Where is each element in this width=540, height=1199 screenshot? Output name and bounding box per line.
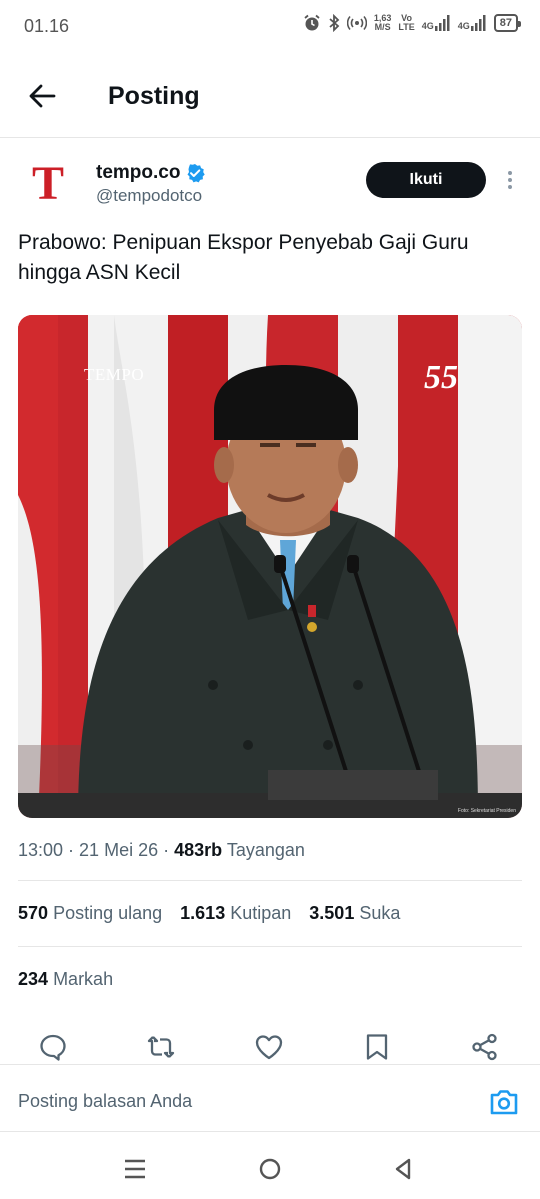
reply-input[interactable]: Posting balasan Anda [18,1091,192,1112]
likes-count: 3.501 [309,903,355,923]
quotes-stat[interactable]: 1.613 Kutipan [180,903,291,924]
battery-indicator: 87 [493,14,522,32]
image-credit: Foto: Sekretariat Presiden [457,808,516,814]
recents-icon[interactable] [122,1156,148,1182]
avatar[interactable]: T [22,158,74,210]
hotspot-icon [346,15,367,31]
divider [18,946,522,947]
likes-stat[interactable]: 3.501 Suka [309,903,400,924]
share-icon[interactable] [470,1032,500,1062]
divider [18,880,522,881]
views-count: 483rb [174,840,223,860]
likes-label: Suka [359,903,401,923]
signal-2: 4G [458,15,487,31]
verified-badge-icon [187,164,206,183]
like-icon[interactable] [254,1032,284,1062]
status-icons: 1,63 M/S Vo LTE 4G 4G 87 [303,14,522,32]
repost-icon[interactable] [146,1032,176,1062]
back-arrow-icon[interactable] [26,80,58,112]
back-triangle-icon[interactable] [391,1156,417,1182]
author-handle[interactable]: @tempodotco [96,186,202,206]
camera-icon[interactable] [488,1087,520,1117]
author-name-row[interactable]: tempo.co [96,162,206,184]
alarm-icon [304,14,320,31]
volte-bottom: LTE [398,22,415,32]
reposts-count: 570 [18,903,49,923]
author-name: tempo.co [96,162,181,183]
network-speed: 1,63 M/S [374,14,392,32]
bookmark-icon[interactable] [362,1032,392,1062]
reply-icon[interactable] [38,1032,68,1062]
action-bar [0,1032,540,1066]
signal-bars-icon [434,15,450,31]
status-bar: 01.16 1,63 M/S Vo LTE 4G 4G 87 [0,0,540,56]
home-icon[interactable] [257,1156,283,1182]
quotes-count: 1.613 [180,903,226,923]
top-bar: Posting [0,56,540,138]
post-image[interactable]: TEMPO 55 Foto: Sekretariat Presiden [18,315,522,818]
quotes-label: Kutipan [230,903,292,923]
page-title: Posting [108,82,200,110]
image-watermark-left: TEMPO [84,365,145,384]
reposts-stat[interactable]: 570 Posting ulang [18,903,162,924]
network-type-2: 4G [457,21,470,31]
post-time: 13:00 [18,840,64,860]
post-date: 21 Mei 26 [79,840,159,860]
system-nav-bar [0,1140,540,1199]
signal-1: 4G [422,15,451,31]
post-meta: 13:00 · 21 Mei 26 · 483rb Tayangan [18,840,305,860]
engagement-stats: 570 Posting ulang 1.613 Kutipan 3.501 Su… [18,903,400,924]
post-text: Prabowo: Penipuan Ekspor Penyebab Gaji G… [18,231,469,284]
volte-indicator: Vo LTE [398,14,414,32]
more-icon[interactable] [500,168,520,192]
status-time: 01.16 [24,16,70,36]
follow-button[interactable]: Ikuti [366,162,486,198]
signal-bars-icon [470,15,486,31]
image-watermark-right: 55 [424,359,458,396]
network-type-1: 4G [421,21,434,31]
reply-bar: Posting balasan Anda [0,1064,540,1132]
bluetooth-icon [329,14,340,32]
network-speed-unit: M/S [374,22,391,32]
reposts-label: Posting ulang [53,903,163,923]
avatar-letter: T [31,157,64,210]
bookmarks-stat[interactable]: 234 Markah [18,969,113,990]
bookmarks-label: Markah [53,969,114,989]
views-label: Tayangan [226,840,305,860]
bookmarks-count: 234 [18,969,49,989]
